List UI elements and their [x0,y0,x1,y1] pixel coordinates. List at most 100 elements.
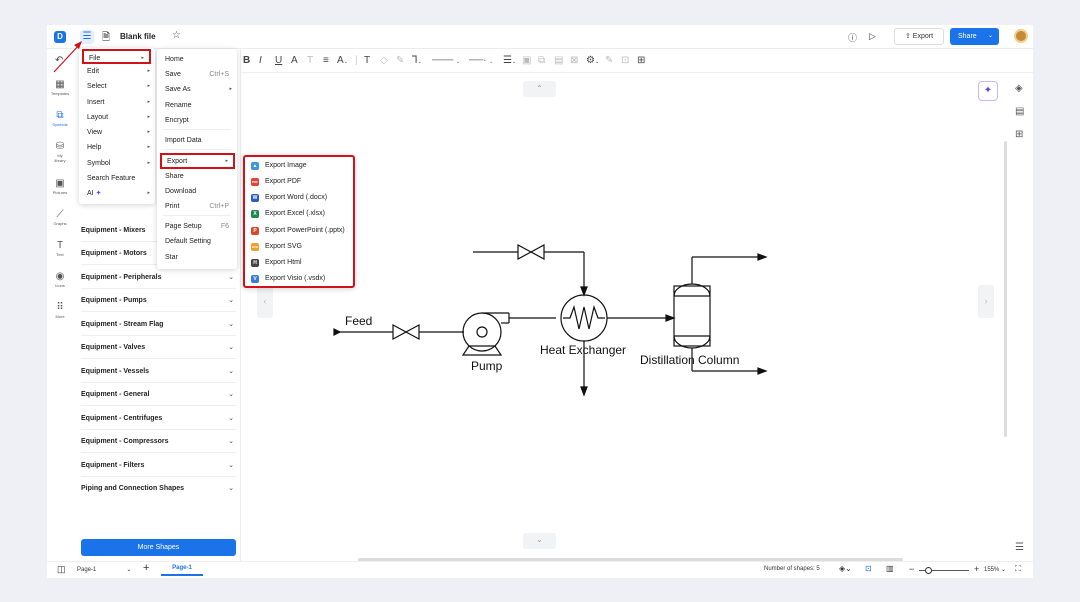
file-menu-save-as[interactable]: Save As ▸ [157,82,237,97]
strikethrough-icon[interactable]: T [307,55,313,66]
layers-icon[interactable]: ◈⌄ [839,564,852,573]
file-menu-download[interactable]: Download [157,184,237,199]
more-shapes-button[interactable]: More Shapes [81,539,236,556]
play-icon[interactable]: ▷ [869,31,876,42]
rail-text[interactable]: T Text [47,240,73,257]
menu-item-search-feature[interactable]: Search Feature [79,171,155,186]
heat-exchanger-label[interactable]: Heat Exchanger [540,343,626,357]
edit-icon[interactable]: ✎ [605,55,613,66]
page-format-icon[interactable]: ▤ [1015,106,1024,117]
distribute-icon[interactable]: ⊠ [570,55,578,66]
rail-more[interactable]: ⠿ More [47,302,73,319]
file-menu-print[interactable]: Print Ctrl+P [157,199,237,214]
share-button[interactable]: Share ⌄ [950,28,999,45]
category-equipment-peripherals[interactable]: Equipment - Peripherals ⌄ [81,266,236,289]
menu-item-insert[interactable]: Insert ▸ [79,95,155,110]
align-icon[interactable]: ≡ [323,55,329,66]
category-equipment-filters[interactable]: Equipment - Filters ⌄ [81,454,236,477]
menu-item-help[interactable]: Help ▸ [79,140,155,155]
line-color-icon[interactable]: ✎ [396,55,404,66]
file-menu-encrypt[interactable]: Encrypt [157,113,237,128]
text-size-icon[interactable]: A⌄ [337,55,348,66]
settings-list-icon[interactable]: ☰ [1015,542,1024,553]
rail-symbols[interactable]: ⧉ Symbols [47,110,73,127]
line-weight-icon[interactable]: ☰⌄ [503,55,516,66]
rail-pictures[interactable]: ▣ Pictures [47,178,73,195]
rail-templates[interactable]: ▦ Templates [47,79,73,96]
menu-item-ai[interactable]: AI ✦ ▸ [79,186,155,201]
utility-valve-right[interactable] [529,243,545,261]
category-equipment-valves[interactable]: Equipment - Valves ⌄ [81,336,236,359]
export-pdf-item[interactable]: PDF Export PDF [245,174,353,189]
chevron-down-icon[interactable]: ⌄ [988,28,993,45]
zoom-slider-handle[interactable] [925,567,932,574]
file-menu-rename[interactable]: Rename [157,98,237,113]
export-svg-item[interactable]: SVG Export SVG [245,239,353,254]
group-icon[interactable]: ▣ [522,55,531,66]
file-menu-export[interactable]: Export ▸ [160,153,235,169]
category-equipment-centrifuges[interactable]: Equipment - Centrifuges ⌄ [81,407,236,430]
italic-icon[interactable]: I [259,55,262,66]
file-menu-import-data[interactable]: Import Data [157,133,237,148]
menu-item-edit[interactable]: Edit ▸ [79,64,155,79]
zoom-in-icon[interactable]: + [974,564,979,574]
font-color-icon[interactable]: A [291,55,298,66]
pump-shape[interactable] [462,312,502,352]
page-panel-icon[interactable]: ◫ [57,564,66,575]
category-equipment-stream-flag[interactable]: Equipment - Stream Flag ⌄ [81,313,236,336]
canvas[interactable]: ⌃ ⌄ ‹ › ✦ Feed Pump Heat Exchanger Disti… [241,73,1016,561]
text-tool-icon[interactable]: T [364,55,370,66]
export-image-item[interactable]: ▲ Export Image [245,158,353,173]
zoom-out-icon[interactable]: − [909,564,914,574]
rail-graphs[interactable]: ⟋ Graphs [47,209,73,226]
file-menu-home[interactable]: Home [157,52,237,67]
bold-icon[interactable]: B [243,55,250,66]
format-painter-icon[interactable]: ⊞ [637,55,645,66]
focus-icon[interactable]: ⊡ [865,564,872,573]
menu-item-layout[interactable]: Layout ▸ [79,110,155,125]
file-title[interactable]: Blank file [120,32,156,41]
style-fill-icon[interactable]: ◈ [1015,83,1023,94]
line-style-dropdown[interactable]: ─── ⌄ [432,55,460,66]
lock-icon[interactable]: ⊡ [621,55,629,66]
export-html-item[interactable]: H Export Html [245,255,353,270]
utility-valve-left[interactable] [517,243,533,261]
arrow-style-dropdown[interactable]: ──· ⌄ [469,55,493,66]
export-excel-item[interactable]: X Export Excel (.xlsx) [245,206,353,221]
export-word-item[interactable]: W Export Word (.docx) [245,190,353,205]
zoom-level[interactable]: 155% ⌄ [984,566,1006,573]
fullscreen-icon[interactable]: ⛶ [1015,564,1021,574]
export-powerpoint-item[interactable]: P Export PowerPoint (.pptx) [245,223,353,238]
menu-item-select[interactable]: Select ▸ [79,79,155,94]
connector-icon[interactable]: ⅂⌄ [412,55,422,66]
star-icon[interactable]: ☆ [172,30,181,41]
rail-my-library[interactable]: ⛁ My library [47,141,73,163]
file-menu-default-setting[interactable]: Default Setting [157,234,237,249]
effects-icon[interactable]: ⚙⌄ [586,55,599,66]
grid-icon[interactable]: ⊞ [1015,129,1023,140]
align-objects-icon[interactable]: ▤ [554,55,563,66]
file-menu-save[interactable]: Save Ctrl+S [157,67,237,82]
menu-item-view[interactable]: View ▸ [79,125,155,140]
file-menu-page-setup[interactable]: Page Setup F6 [157,219,237,234]
export-visio-item[interactable]: V Export Visio (.vsdx) [245,271,353,286]
vertical-scrollbar[interactable] [1004,141,1007,437]
page-selector[interactable]: Page-1 ⌄ [77,566,131,573]
export-button[interactable]: ⇪ Export [894,28,944,45]
arrange-icon[interactable]: ⧉ [538,55,545,66]
underline-icon[interactable]: U [275,55,282,66]
fill-icon[interactable]: ◇ [380,55,388,66]
file-menu-share[interactable]: Share [157,169,237,184]
feed-label[interactable]: Feed [345,314,372,328]
distillation-column-label[interactable]: Distillation Column [640,353,739,367]
category-equipment-compressors[interactable]: Equipment - Compressors ⌄ [81,430,236,453]
pump-label[interactable]: Pump [471,359,503,373]
file-menu-star[interactable]: Star [157,250,237,265]
help-icon[interactable]: ⓘ [848,31,857,44]
category-equipment-general[interactable]: Equipment - General ⌄ [81,383,236,406]
feed-valve-right[interactable] [404,323,420,341]
book-icon[interactable]: ▥ [886,564,894,573]
category-equipment-pumps[interactable]: Equipment - Pumps ⌄ [81,289,236,312]
category-equipment-vessels[interactable]: Equipment - Vessels ⌄ [81,360,236,383]
menu-item-file[interactable]: File ▸ [82,49,151,64]
